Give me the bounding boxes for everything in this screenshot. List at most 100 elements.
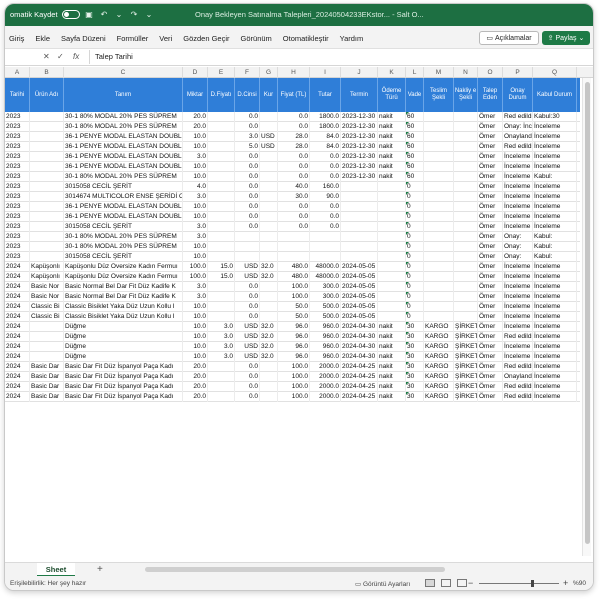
table-cell[interactable]: Basic Nor	[30, 282, 64, 292]
table-cell[interactable]: 30	[406, 322, 424, 332]
table-cell[interactable]	[208, 122, 235, 132]
header-cell[interactable]: Tutar	[310, 78, 341, 112]
table-cell[interactable]: İnceleme	[533, 142, 577, 152]
table-cell[interactable]	[424, 262, 454, 272]
table-cell[interactable]: 3014674 MULTICOLOR ENSE ŞERİDİ O	[64, 192, 183, 202]
table-cell[interactable]: İnceleme	[503, 322, 533, 332]
table-cell[interactable]	[378, 292, 406, 302]
table-cell[interactable]: İnceleme	[503, 292, 533, 302]
table-cell[interactable]: 32.0	[260, 262, 278, 272]
table-cell[interactable]: 0.0	[235, 372, 260, 382]
table-cell[interactable]	[454, 222, 478, 232]
share-button[interactable]: ⇪ Paylaş ⌄	[542, 31, 590, 45]
table-cell[interactable]: 3.0	[183, 292, 208, 302]
table-cell[interactable]: Basic Dar Fit Düz İspanyol Paça Kadı	[64, 362, 183, 372]
table-cell[interactable]: 0.0	[310, 222, 341, 232]
ribbon-tab[interactable]: Ekle	[35, 34, 50, 43]
table-cell[interactable]: 2000.0	[310, 392, 341, 402]
table-cell[interactable]: İnceleme	[503, 282, 533, 292]
table-cell[interactable]: nakit	[378, 162, 406, 172]
table-cell[interactable]	[30, 192, 64, 202]
table-cell[interactable]: 2000.0	[310, 362, 341, 372]
table-cell[interactable]: 2024-04-25	[341, 392, 378, 402]
table-cell[interactable]	[208, 142, 235, 152]
table-cell[interactable]	[454, 132, 478, 142]
table-cell[interactable]: 960.0	[310, 342, 341, 352]
table-cell[interactable]	[278, 232, 310, 242]
table-cell[interactable]: nakit	[378, 382, 406, 392]
table-cell[interactable]: Red edildi	[503, 112, 533, 122]
table-cell[interactable]: 2024-04-30	[341, 352, 378, 362]
table-cell[interactable]: ŞİRKET	[454, 362, 478, 372]
table-cell[interactable]: 32.0	[260, 272, 278, 282]
table-cell[interactable]: İnceleme	[533, 122, 577, 132]
table-cell[interactable]: 3.0	[183, 222, 208, 232]
table-cell[interactable]: 28.0	[278, 132, 310, 142]
table-cell[interactable]: 90.0	[310, 192, 341, 202]
table-cell[interactable]: 2024-04-25	[341, 382, 378, 392]
table-cell[interactable]: 30	[406, 352, 424, 362]
table-cell[interactable]: nakit	[378, 152, 406, 162]
table-cell[interactable]: 15.0	[208, 262, 235, 272]
table-cell[interactable]: Ömer	[478, 262, 503, 272]
table-cell[interactable]: Ömer	[478, 142, 503, 152]
table-cell[interactable]: KARGO	[424, 372, 454, 382]
column-letter[interactable]: D	[183, 67, 208, 78]
table-cell[interactable]: Ömer	[478, 392, 503, 402]
table-cell[interactable]: Basic Dar	[30, 372, 64, 382]
table-cell[interactable]: 30-1 80% MODAL 20% PES SÜPREM	[64, 112, 183, 122]
table-cell[interactable]: 30-1 80% MODAL 20% PES SÜPREM	[64, 122, 183, 132]
table-cell[interactable]	[30, 202, 64, 212]
column-letter[interactable]: N	[454, 67, 478, 78]
table-cell[interactable]: 2023	[5, 202, 30, 212]
table-cell[interactable]	[454, 142, 478, 152]
table-cell[interactable]: USD	[235, 272, 260, 282]
table-cell[interactable]	[424, 212, 454, 222]
table-cell[interactable]: Classic Bisiklet Yaka Düz Uzun Kollu I	[64, 302, 183, 312]
table-cell[interactable]: 0.0	[235, 382, 260, 392]
table-cell[interactable]: Düğme	[64, 332, 183, 342]
table-cell[interactable]: 100.0	[278, 282, 310, 292]
table-cell[interactable]: 36-1 PENYE MODAL ELASTAN DOUBLE F	[64, 142, 183, 152]
header-cell[interactable]: Fiyat (TL)	[278, 78, 310, 112]
table-cell[interactable]: 0.0	[235, 292, 260, 302]
table-cell[interactable]: 60	[406, 142, 424, 152]
header-cell[interactable]: Miktar	[183, 78, 208, 112]
table-cell[interactable]: 30-1 80% MODAL 20% PES SÜPREM	[64, 232, 183, 242]
table-cell[interactable]: İnceleme	[533, 202, 577, 212]
table-cell[interactable]	[235, 242, 260, 252]
table-cell[interactable]: 2023-12-30	[341, 172, 378, 182]
table-cell[interactable]: 100.0	[278, 362, 310, 372]
table-cell[interactable]	[30, 252, 64, 262]
table-cell[interactable]: 2023	[5, 132, 30, 142]
table-cell[interactable]	[424, 222, 454, 232]
header-cell[interactable]: D.Fiyatı	[208, 78, 235, 112]
formula-input[interactable]: Talep Tarihi	[89, 50, 589, 64]
header-cell[interactable]: Tarihi	[5, 78, 30, 112]
add-sheet-icon[interactable]: +	[97, 564, 103, 575]
table-cell[interactable]	[454, 282, 478, 292]
table-cell[interactable]: nakit	[378, 332, 406, 342]
table-cell[interactable]: 2023	[5, 162, 30, 172]
table-cell[interactable]: 2023	[5, 212, 30, 222]
table-cell[interactable]	[454, 152, 478, 162]
table-cell[interactable]: 3.0	[235, 132, 260, 142]
table-cell[interactable]: 20.0	[183, 392, 208, 402]
table-cell[interactable]: Kabul:	[533, 232, 577, 242]
table-cell[interactable]: Red edildi	[503, 362, 533, 372]
customize-toolbar-icon[interactable]: ⌄	[144, 10, 155, 19]
table-cell[interactable]	[208, 152, 235, 162]
table-cell[interactable]	[30, 332, 64, 342]
table-cell[interactable]: 2024	[5, 372, 30, 382]
table-cell[interactable]: Basic Dar	[30, 382, 64, 392]
table-cell[interactable]	[260, 232, 278, 242]
table-cell[interactable]: 0.0	[278, 202, 310, 212]
table-cell[interactable]	[424, 282, 454, 292]
table-cell[interactable]: 2024	[5, 352, 30, 362]
table-cell[interactable]: İnceleme	[533, 392, 577, 402]
table-cell[interactable]: 20.0	[183, 122, 208, 132]
table-cell[interactable]: Kabul:	[533, 242, 577, 252]
table-cell[interactable]: 2023	[5, 192, 30, 202]
table-cell[interactable]: İnceleme	[503, 352, 533, 362]
table-cell[interactable]: USD	[260, 132, 278, 142]
